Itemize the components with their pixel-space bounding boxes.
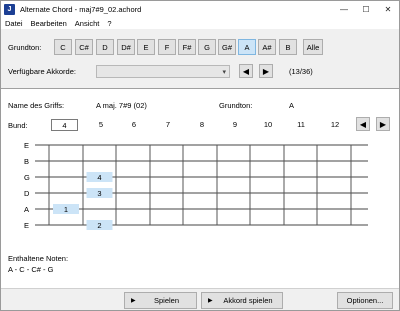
menu-help[interactable]: ? (103, 19, 115, 28)
string-label: B (24, 157, 29, 166)
chord-view: Name des Griffs: A maj. 7#9 (02) Grundto… (1, 90, 399, 288)
play-chord-button[interactable]: ▶ Akkord spielen (201, 292, 283, 309)
finger-number: 1 (64, 205, 68, 214)
key-button-g[interactable]: G (198, 39, 216, 55)
chord-counter: (13/36) (289, 67, 313, 76)
fretboard: EBGDAE4312 (24, 141, 368, 230)
chords-label: Verfügbare Akkorde: (8, 67, 76, 76)
title-bar: J Alternate Chord - maj7#9_02.achord — ☐… (1, 1, 399, 17)
chevron-down-icon: ▾ (222, 69, 226, 76)
key-button-b[interactable]: B (279, 39, 297, 55)
key-button-c-sharp[interactable]: C# (75, 39, 93, 55)
finger-number: 4 (97, 173, 101, 182)
menu-bar: Datei Bearbeiten Ansicht ? (1, 17, 399, 29)
string-label: D (24, 189, 30, 198)
play-button-label: Spielen (153, 296, 180, 305)
play-button[interactable]: ▶ Spielen (124, 292, 197, 309)
notes-label: Enthaltene Noten: (8, 254, 69, 263)
bottom-bar: ▶ Spielen ▶ Akkord spielen Optionen... (1, 288, 399, 310)
app-window: J Alternate Chord - maj7#9_02.achord — ☐… (0, 0, 400, 311)
key-button-f-sharp[interactable]: F# (178, 39, 196, 55)
close-button[interactable]: ✕ (377, 1, 399, 17)
prev-chord-button[interactable]: ◀ (239, 64, 253, 78)
play-icon: ▶ (208, 298, 213, 304)
maximize-button[interactable]: ☐ (355, 1, 377, 17)
string-label: A (24, 205, 29, 214)
top-panel: Grundton: C C# D D# E F F# G G# A A# B A… (1, 29, 399, 87)
menu-ansicht[interactable]: Ansicht (71, 19, 104, 28)
play-icon: ▶ (131, 298, 136, 304)
options-button[interactable]: Optionen... (337, 292, 393, 309)
key-button-d[interactable]: D (96, 39, 114, 55)
app-icon: J (4, 3, 15, 15)
finger-number: 3 (97, 189, 101, 198)
key-button-e[interactable]: E (137, 39, 155, 55)
finger-number: 2 (97, 221, 101, 230)
key-button-g-sharp[interactable]: G# (218, 39, 236, 55)
menu-bearbeiten[interactable]: Bearbeiten (27, 19, 71, 28)
string-label: G (24, 173, 30, 182)
key-button-a[interactable]: A (238, 39, 256, 55)
grundton-label: Grundton: (8, 43, 42, 52)
key-button-d-sharp[interactable]: D# (117, 39, 135, 55)
next-chord-button[interactable]: ▶ (259, 64, 273, 78)
key-button-c[interactable]: C (54, 39, 72, 55)
string-label: E (24, 141, 29, 150)
play-chord-button-label: Akkord spielen (223, 296, 273, 305)
string-label: E (24, 221, 29, 230)
minimize-button[interactable]: — (333, 1, 355, 17)
arrow-right-icon: ▶ (262, 66, 270, 76)
notes-value: A - C - C# - G (8, 265, 54, 274)
key-button-f[interactable]: F (158, 39, 176, 55)
window-controls: — ☐ ✕ (333, 1, 399, 17)
key-button-alle[interactable]: Alle (303, 39, 323, 55)
key-button-a-sharp[interactable]: A# (258, 39, 276, 55)
arrow-left-icon: ◀ (242, 66, 250, 76)
window-title: Alternate Chord - maj7#9_02.achord (20, 4, 142, 14)
menu-datei[interactable]: Datei (1, 19, 27, 28)
chord-select[interactable]: ▾ (96, 65, 230, 78)
